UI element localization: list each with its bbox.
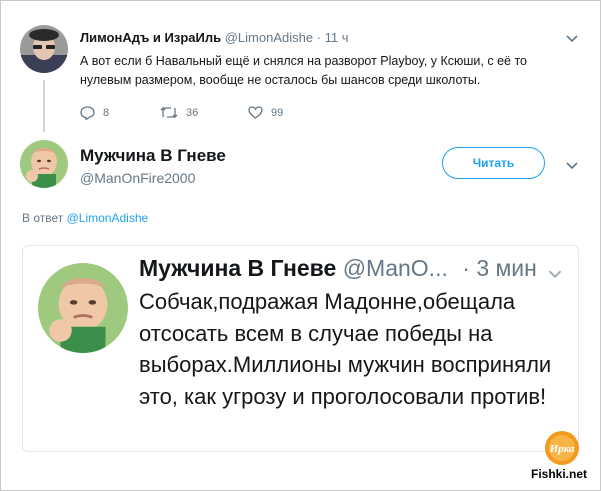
retweet-icon: [160, 107, 178, 118]
reply-to-handle-link[interactable]: @LimonAdishe: [67, 211, 149, 225]
svg-text:Ирка: Ирка: [549, 443, 575, 455]
tweet1-time[interactable]: 11 ч: [325, 30, 349, 45]
chevron-down-icon[interactable]: [566, 30, 578, 46]
card-text: Собчак,подражая Мадонне,обещала отсосать…: [139, 289, 552, 409]
tweet1-header: ЛимонАдъ и ИзраИль @LimonAdishe · 11 ч: [80, 30, 349, 45]
avatar-limonadishe[interactable]: [20, 25, 68, 73]
reply-count: 8: [103, 107, 110, 119]
tweet1-text: А вот если б Навальный ещё и снялся на р…: [80, 54, 527, 87]
card-header: Мужчина В Гневе @ManO... · 3 мин: [139, 255, 537, 282]
tweet1-separator: ·: [316, 30, 322, 45]
retweet-count: 36: [186, 106, 199, 119]
card-handle[interactable]: @ManO...: [343, 255, 448, 281]
like-count: 99: [271, 106, 284, 119]
tweet1-handle[interactable]: @LimonAdishe: [225, 30, 313, 45]
reply-action[interactable]: 8: [80, 106, 109, 120]
fishki-logo-icon: Ирка: [544, 430, 580, 466]
thread-line: [43, 80, 45, 132]
reply-to-line: В ответ @LimonAdishe: [22, 211, 148, 225]
watermark-site: Fishki.net: [531, 467, 588, 481]
tweet2-author-name[interactable]: Мужчина В Гневе: [80, 146, 226, 166]
follow-button[interactable]: Читать: [442, 147, 545, 179]
avatar-manonfire[interactable]: [20, 140, 68, 188]
reply-to-prefix: В ответ: [22, 211, 64, 225]
card-time[interactable]: 3 мин: [476, 255, 537, 281]
tweet2-handle[interactable]: @ManOnFire2000: [80, 170, 195, 186]
card-separator: ·: [462, 255, 470, 281]
card-author-name[interactable]: Мужчина В Гневе: [139, 255, 336, 281]
card-avatar[interactable]: [38, 263, 128, 353]
retweet-action[interactable]: 36: [160, 106, 198, 119]
like-action[interactable]: 99: [248, 106, 283, 119]
tweet1-author-name[interactable]: ЛимонАдъ и ИзраИль: [80, 30, 221, 45]
reply-icon: [80, 106, 95, 120]
like-icon: [248, 106, 263, 119]
chevron-down-icon[interactable]: [548, 266, 562, 282]
chevron-down-icon[interactable]: [566, 157, 578, 173]
